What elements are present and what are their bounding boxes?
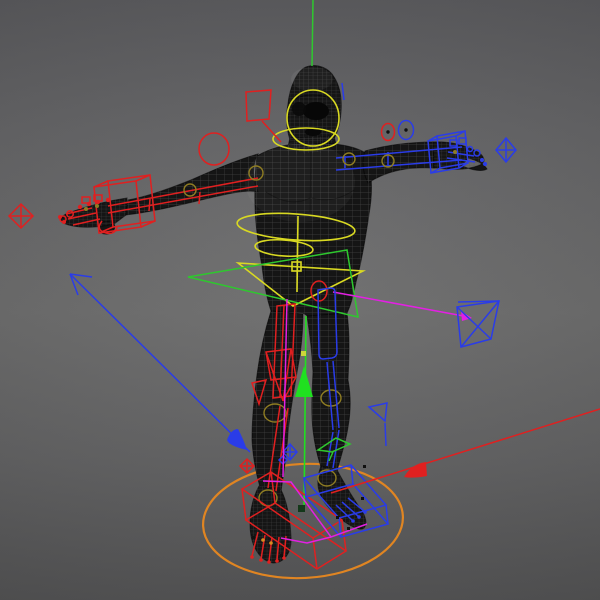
root-axis-line[interactable] [311, 0, 314, 67]
ground-circle[interactable] [200, 459, 406, 583]
eye-target-left[interactable] [380, 122, 396, 142]
viewport-canvas[interactable] [0, 0, 600, 600]
eye-target-right[interactable] [397, 119, 415, 141]
viewport-3d[interactable] [0, 0, 600, 600]
diagonal-arrow-blue[interactable] [69, 273, 251, 453]
shoulder-fk-circle-left[interactable] [198, 132, 230, 166]
space-diamond-far-left[interactable] [7, 202, 35, 230]
space-diamond-right[interactable] [495, 136, 517, 164]
head-locator-line[interactable] [341, 82, 345, 101]
pole-vector-pyramid[interactable] [456, 300, 500, 348]
diagonal-arrow-red[interactable] [330, 408, 600, 494]
knee-triangle-right[interactable] [367, 402, 388, 447]
